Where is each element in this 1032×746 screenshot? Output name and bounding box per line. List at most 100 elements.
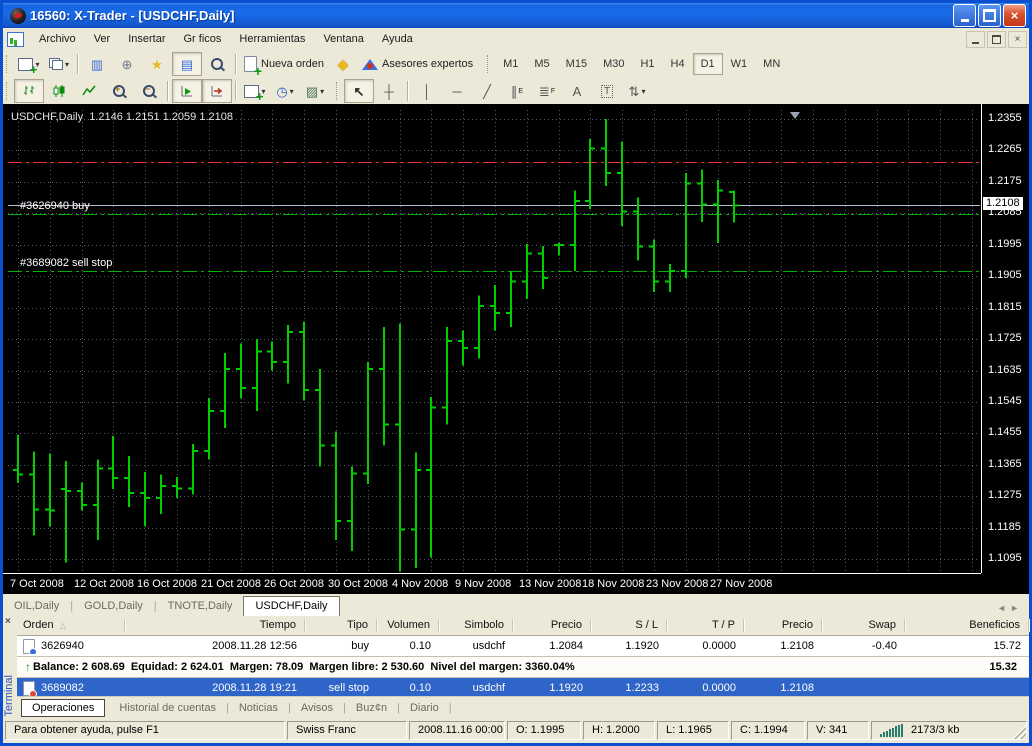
horizontal-line-tool-button[interactable]: ─ [442,79,472,103]
metaeditor-button[interactable]: ◆ [328,52,358,76]
column-header-tipo[interactable]: Tipo [305,619,377,632]
column-header-precio2[interactable]: Precio [744,619,822,632]
new-order-button[interactable]: +Nueva orden [240,52,328,76]
text-tool-button[interactable]: A [562,79,592,103]
candlestick-chart-button[interactable] [44,79,74,103]
column-header-beneficios[interactable]: Beneficios [905,619,1029,632]
price-axis[interactable]: 1.23551.22651.21751.20851.19951.19051.18… [981,104,1030,573]
balance-row[interactable]: ↑ Balance: 2 608.69 Equidad: 2 624.01 Ma… [17,656,1029,678]
tab-scroll-right-icon[interactable]: ► [1010,603,1023,613]
date-axis[interactable]: 7 Oct 200812 Oct 200816 Oct 200821 Oct 2… [3,573,981,595]
column-header-swap[interactable]: Swap [822,619,905,632]
menu-ver[interactable]: Ver [85,30,120,48]
timeframe-m5-button[interactable]: M5 [526,53,557,75]
toolbar-grip[interactable] [6,82,10,100]
status-connection: 2173/3 kb [871,721,1027,740]
status-help: Para obtener ayuda, pulse F1 [5,721,285,740]
menu-ayuda[interactable]: Ayuda [373,30,422,48]
terminal-tab-noticias[interactable]: Noticias [229,700,288,716]
timeframe-w1-button[interactable]: W1 [723,53,756,75]
auto-scroll-button[interactable] [172,79,202,103]
timeframe-h1-button[interactable]: H1 [632,53,662,75]
chart-tab-oil[interactable]: OIL,Daily [3,597,70,616]
column-header-tp[interactable]: T / P [667,619,744,632]
terminal-tab-buzon[interactable]: Buz¢n [346,700,397,716]
toolbar-grip[interactable] [487,55,491,73]
market-watch-button[interactable]: ▥ [82,52,112,76]
timeframe-mn-button[interactable]: MN [755,53,788,75]
timeframe-m15-button[interactable]: M15 [558,53,595,75]
timeframe-m1-button[interactable]: M1 [495,53,526,75]
terminal-button[interactable]: ▤ [172,52,202,76]
fibonacci-tool-button[interactable]: ≣F [532,79,562,103]
toolbar-grip[interactable] [336,82,340,100]
data-window-button[interactable]: ⊕ [112,52,142,76]
order-row-buy[interactable]: 3626940 2008.11.28 12:56 buy 0.10 usdchf… [17,636,1029,656]
strategy-tester-button[interactable] [202,52,232,76]
tab-scroll-left-icon[interactable]: ◄ [997,603,1010,613]
timeframe-m30-button[interactable]: M30 [595,53,632,75]
price-tick-label: 1.1995 [988,238,1022,250]
zoom-out-button[interactable]: − [134,79,164,103]
terminal-close-button[interactable]: × [5,617,11,627]
chart-shift-button[interactable] [202,79,232,103]
order-row-sell-stop[interactable]: 3689082 2008.11.28 19:21 sell stop 0.10 … [17,678,1029,698]
bar-chart-button[interactable] [14,79,44,103]
menu-ventana[interactable]: Ventana [314,30,372,48]
terminal-tab-avisos[interactable]: Avisos [291,700,343,716]
mdi-close-button[interactable]: × [1008,31,1027,48]
price-chart-svg[interactable]: #3626940 buy#3689082 sell stop [8,110,980,572]
vertical-line-tool-button[interactable]: │ [412,79,442,103]
maximize-button[interactable] [978,4,1001,27]
close-button[interactable]: × [1003,4,1026,27]
text-label-tool-button[interactable]: T [592,79,622,103]
periods-button[interactable]: ◷▾ [270,79,300,103]
trendline-tool-button[interactable]: ╱ [472,79,502,103]
menu-herramientas[interactable]: Herramientas [230,30,314,48]
timeframe-d1-button[interactable]: D1 [693,53,723,75]
templates-button[interactable]: ▨▾ [300,79,330,103]
profiles-button[interactable]: ▾ [44,52,74,76]
date-tick-label: 16 Oct 2008 [137,578,197,590]
column-header-volumen[interactable]: Volumen [377,619,439,632]
resize-grip[interactable] [1012,725,1026,739]
date-tick-label: 13 Nov 2008 [519,578,581,590]
zoom-in-button[interactable]: + [104,79,134,103]
column-header-orden[interactable]: Orden△ [17,619,125,632]
auto-scroll-icon [179,84,195,98]
price-tick-label: 1.2265 [988,143,1022,155]
menu-insertar[interactable]: Insertar [119,30,174,48]
terminal-tab-operaciones[interactable]: Operaciones [21,699,105,717]
cursor-tool-button[interactable]: ↖ [344,79,374,103]
chart-tab-gold[interactable]: GOLD,Daily [73,597,154,616]
channel-tool-button[interactable]: ∥E [502,79,532,103]
mdi-minimize-button[interactable] [966,31,985,48]
navigator-button[interactable]: ★ [142,52,172,76]
crosshair-tool-button[interactable]: ┼ [374,79,404,103]
status-volume: V: 341 [807,721,869,740]
standard-toolbar: +▾ ▾ ▥ ⊕ ★ ▤ +Nueva orden ◆ Asesores exp… [3,50,1029,79]
timeframe-h4-button[interactable]: H4 [663,53,693,75]
arrows-tool-button[interactable]: ⇅▾ [622,79,652,103]
column-header-simbolo[interactable]: Simbolo [439,619,513,632]
title-bar[interactable]: 16560: X-Trader - [USDCHF,Daily] × [3,3,1029,28]
indicators-button[interactable]: +▾ [240,79,270,103]
column-header-precio[interactable]: Precio [513,619,591,632]
toolbar-grip[interactable] [6,55,10,73]
column-header-tiempo[interactable]: Tiempo [125,619,305,632]
menu-archivo[interactable]: Archivo [30,30,85,48]
line-chart-button[interactable] [74,79,104,103]
channel-sub-label: E [518,88,523,95]
status-symbol-name: Swiss Franc [287,721,407,740]
chart-tab-usdchf[interactable]: USDCHF,Daily [243,596,339,617]
mdi-restore-button[interactable] [987,31,1006,48]
minimize-button[interactable] [953,4,976,27]
new-chart-button[interactable]: +▾ [14,52,44,76]
menu-graficos[interactable]: Gr ficos [175,30,231,48]
chart-window-icon[interactable] [7,32,24,47]
expert-advisors-button[interactable]: Asesores expertos [358,52,477,76]
column-header-sl[interactable]: S / L [591,619,667,632]
terminal-tab-historial[interactable]: Historial de cuentas [109,700,226,716]
terminal-tab-diario[interactable]: Diario [400,700,449,716]
chart-tab-tnote[interactable]: TNOTE,Daily [157,597,244,616]
